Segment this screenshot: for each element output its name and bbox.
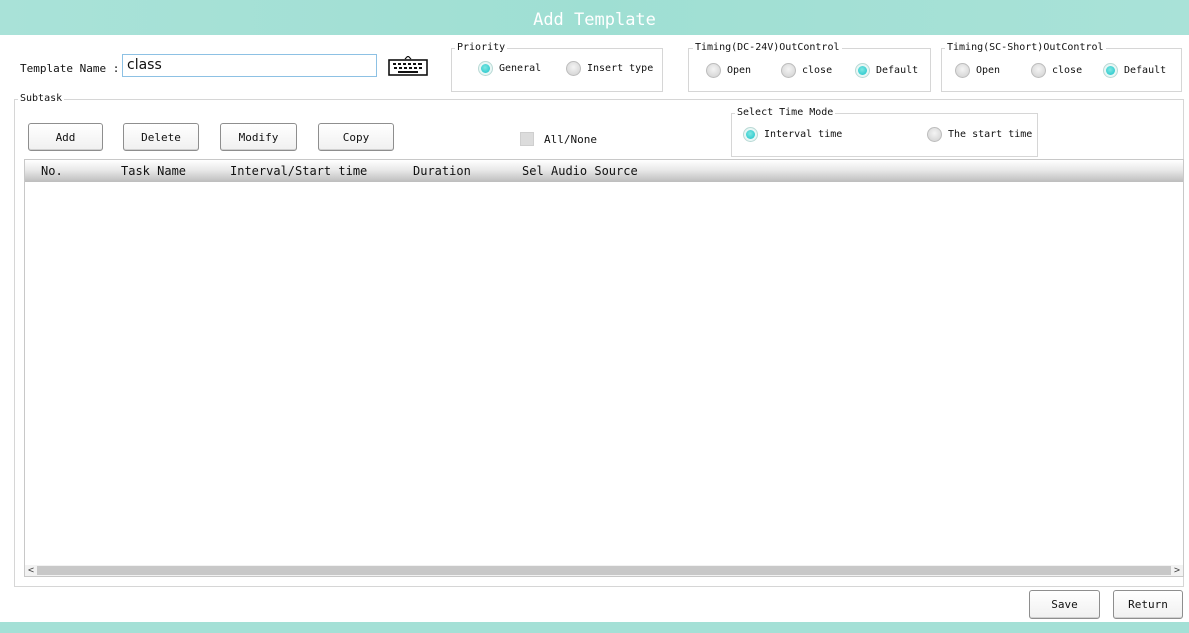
radio-label: close [802, 65, 833, 76]
keyboard-icon[interactable] [388, 55, 428, 76]
bottom-bar [0, 622, 1189, 633]
add-button[interactable]: Add [28, 123, 103, 151]
task-table[interactable] [24, 159, 1184, 577]
column-header-sel[interactable]: Sel [522, 164, 544, 178]
radio-unchecked-icon [566, 61, 581, 76]
subtask-title: Subtask [18, 93, 65, 105]
column-header-audio-source[interactable]: Audio Source [551, 164, 638, 178]
radio-label: close [1052, 65, 1083, 76]
priority-title: Priority [455, 42, 508, 54]
radio-label: Insert type [587, 63, 654, 74]
timing-sc-close-radio[interactable]: close [1031, 63, 1082, 78]
radio-checked-icon [855, 63, 870, 78]
template-name-input[interactable]: class [122, 54, 377, 77]
time-mode-title: Select Time Mode [735, 107, 836, 119]
column-header-task-name[interactable]: Task Name [121, 164, 186, 178]
return-button[interactable]: Return [1113, 590, 1183, 619]
column-header-no[interactable]: No. [41, 164, 63, 178]
radio-label: Default [1124, 65, 1167, 76]
all-none-label: All/None [544, 132, 597, 146]
radio-unchecked-icon [781, 63, 796, 78]
radio-checked-icon [1103, 63, 1118, 78]
timing-dc-close-radio[interactable]: close [781, 63, 832, 78]
column-header-duration[interactable]: Duration [413, 164, 471, 178]
all-none-checkbox[interactable]: All/None [520, 132, 597, 146]
scroll-right-icon[interactable]: > [1174, 565, 1180, 576]
timing-dc-title: Timing(DC-24V)OutControl [693, 42, 842, 54]
radio-label: General [499, 63, 542, 74]
radio-label: Default [876, 65, 919, 76]
scrollbar-thumb[interactable] [37, 566, 1171, 575]
save-button[interactable]: Save [1029, 590, 1100, 619]
timing-sc-title: Timing(SC-Short)OutControl [945, 42, 1106, 54]
timing-dc-open-radio[interactable]: Open [706, 63, 751, 78]
modify-button[interactable]: Modify [220, 123, 297, 151]
radio-unchecked-icon [706, 63, 721, 78]
radio-unchecked-icon [1031, 63, 1046, 78]
interval-time-radio[interactable]: Interval time [743, 127, 842, 142]
priority-insert-radio[interactable]: Insert type [566, 61, 653, 76]
radio-label: Open [976, 65, 1001, 76]
template-name-label: Template Name : [20, 62, 120, 75]
radio-unchecked-icon [955, 63, 970, 78]
checkbox-icon [520, 132, 534, 146]
table-header: No. Task Name Interval/Start time Durati… [25, 160, 1183, 182]
radio-checked-icon [478, 61, 493, 76]
scroll-left-icon[interactable]: < [28, 565, 34, 576]
timing-sc-open-radio[interactable]: Open [955, 63, 1000, 78]
timing-sc-default-radio[interactable]: Default [1103, 63, 1166, 78]
column-header-interval-start[interactable]: Interval/Start time [230, 164, 367, 178]
radio-unchecked-icon [927, 127, 942, 142]
start-time-radio[interactable]: The start time [927, 127, 1032, 142]
delete-button[interactable]: Delete [123, 123, 199, 151]
priority-general-radio[interactable]: General [478, 61, 541, 76]
timing-dc-default-radio[interactable]: Default [855, 63, 918, 78]
radio-label: Open [727, 65, 752, 76]
radio-label: The start time [948, 129, 1033, 140]
copy-button[interactable]: Copy [318, 123, 394, 151]
window-title: Add Template [533, 10, 656, 30]
radio-label: Interval time [764, 129, 843, 140]
radio-checked-icon [743, 127, 758, 142]
